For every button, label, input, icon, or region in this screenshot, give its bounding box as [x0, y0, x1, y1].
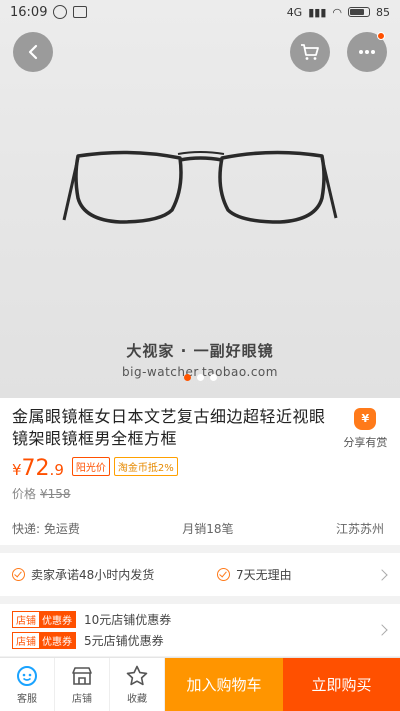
store-button[interactable]: 店铺 — [55, 658, 110, 711]
promise-shipping-text: 卖家承诺48小时内发货 — [31, 568, 155, 582]
status-bar: 16:09 4G ▮▮▮ ◠ 85 — [0, 0, 400, 24]
coupon-tag: 店铺 优惠券 — [12, 632, 76, 649]
product-title: 金属眼镜框女日本文艺复古细边超轻近视眼镜架眼镜框男全框方框 — [12, 407, 326, 448]
promise-shipping: 卖家承诺48小时内发货 — [12, 566, 217, 583]
coupon-tag-store: 店铺 — [13, 612, 39, 627]
more-button[interactable] — [347, 32, 387, 72]
product-image-carousel[interactable]: 大视家 · 一副好眼镜 big-watcher.taobao.com — [0, 0, 400, 398]
chat-icon — [17, 665, 37, 686]
hero-brand-text: 大视家 · 一副好眼镜 — [126, 342, 274, 360]
location: 江苏苏州 — [335, 522, 384, 536]
notification-dot — [377, 32, 385, 40]
chevron-left-icon — [28, 44, 38, 60]
buy-now-button[interactable]: 立即购买 — [283, 658, 400, 711]
chevron-right-icon — [376, 568, 388, 581]
notification-icon — [53, 5, 68, 19]
customer-service-button[interactable]: 客服 — [0, 658, 55, 711]
store-label: 店铺 — [72, 693, 92, 705]
original-price-value: ¥158 — [40, 487, 71, 501]
coupon-text: 10元店铺优惠券 — [84, 613, 172, 627]
original-price-label: 价格 — [12, 487, 37, 501]
glasses-image — [62, 150, 338, 224]
original-price: 价格 ¥158 — [12, 485, 388, 502]
back-button[interactable] — [13, 32, 53, 72]
battery-icon — [348, 7, 370, 17]
carousel-indicator — [0, 374, 400, 381]
add-to-cart-button[interactable]: 加入购物车 — [165, 658, 283, 711]
meta-row: 快递: 免运费 月销18笔 江苏苏州 — [12, 520, 388, 537]
price: ¥72.9 — [12, 456, 64, 481]
coupon-tag-type: 优惠券 — [39, 633, 75, 648]
money-bag-icon: ¥ — [354, 408, 377, 430]
check-circle-icon — [12, 568, 25, 581]
coupon-tag-type: 优惠券 — [39, 612, 75, 627]
customer-service-label: 客服 — [17, 693, 37, 705]
coupon-tag: 店铺 优惠券 — [12, 611, 76, 628]
favorite-button[interactable]: 收藏 — [110, 658, 165, 711]
image-notification-icon — [73, 6, 88, 18]
share-button[interactable]: ¥ 分享有赏 — [343, 406, 388, 450]
carousel-dot — [209, 374, 217, 381]
coupon-text: 5元店铺优惠券 — [84, 634, 164, 648]
price-decimal: .9 — [49, 461, 64, 479]
shipping-info: 快递: 免运费 — [12, 522, 80, 536]
price-integer: 72 — [21, 456, 50, 481]
cart-button[interactable] — [290, 32, 330, 72]
check-circle-icon — [217, 568, 230, 581]
discount-tag: 阳光价 — [71, 457, 110, 476]
coupon-tag-store: 店铺 — [13, 633, 39, 648]
favorite-label: 收藏 — [127, 693, 147, 705]
bottom-action-bar: 客服 店铺 收藏 加入购物车 立即购买 — [0, 657, 400, 711]
price-currency: ¥ — [12, 461, 22, 479]
promise-return: 7天无理由 — [217, 566, 292, 583]
promise-return-text: 7天无理由 — [236, 568, 292, 582]
coupon-section[interactable]: 店铺 优惠券 10元店铺优惠券 店铺 优惠券 5元店铺优惠券 — [0, 604, 400, 656]
product-info: 金属眼镜框女日本文艺复古细边超轻近视眼镜架眼镜框男全框方框 ¥ 分享有赏 ¥72… — [0, 398, 400, 545]
monthly-sales: 月销18笔 — [182, 522, 234, 536]
coupon-item: 店铺 优惠券 10元店铺优惠券 — [12, 609, 388, 630]
carousel-dot — [196, 374, 204, 381]
status-time: 16:09 — [10, 4, 48, 20]
battery-level: 85 — [376, 5, 390, 19]
store-icon — [72, 666, 92, 685]
star-icon — [126, 665, 148, 686]
carousel-dot — [183, 374, 191, 381]
share-label: 分享有赏 — [343, 436, 388, 449]
network-label: 4G — [286, 5, 303, 19]
more-icon — [359, 50, 375, 54]
service-promises[interactable]: 卖家承诺48小时内发货 7天无理由 — [0, 553, 400, 596]
signal-icon: ▮▮▮ — [308, 5, 327, 19]
coupon-item: 店铺 优惠券 5元店铺优惠券 — [12, 630, 388, 651]
wifi-icon: ◠ — [332, 5, 342, 19]
coin-tag: 淘金币抵2% — [113, 457, 178, 476]
cart-icon — [301, 44, 319, 60]
